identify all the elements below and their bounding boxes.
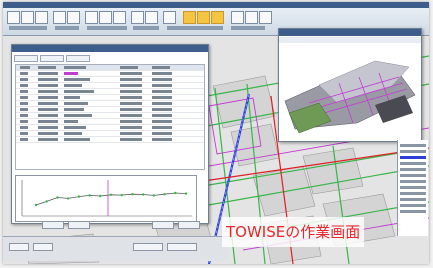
- profile-graph-plot: [21, 180, 192, 217]
- ribbon-button-14[interactable]: [259, 11, 272, 24]
- graph-point: [88, 194, 91, 197]
- graph-point: [45, 200, 48, 203]
- graph-point: [56, 196, 59, 199]
- ribbon-button-2[interactable]: [21, 11, 34, 24]
- dialog-title-bar: [12, 45, 208, 52]
- ribbon-button-10[interactable]: [145, 11, 158, 24]
- graph-point: [34, 203, 38, 207]
- bottom-button-4[interactable]: [167, 243, 197, 251]
- ribbon-button-11[interactable]: [163, 11, 176, 24]
- graph-point: [120, 193, 123, 197]
- caption-label: TOWISEの作業画面: [222, 217, 365, 247]
- title-bar: [3, 2, 429, 8]
- dialog-tab-3[interactable]: [66, 55, 90, 62]
- graph-point: [184, 192, 188, 195]
- ribbon-button-8[interactable]: [113, 11, 126, 24]
- table-row[interactable]: [16, 137, 204, 143]
- application-window: [3, 2, 429, 264]
- ribbon-button-highlighted-1[interactable]: [183, 11, 196, 24]
- ribbon-button-1[interactable]: [7, 11, 20, 24]
- dialog-tab-2[interactable]: [40, 55, 64, 62]
- ribbon-button-7[interactable]: [99, 11, 112, 24]
- ribbon-button-9[interactable]: [131, 11, 144, 24]
- graph-point: [163, 193, 166, 196]
- graph-point: [174, 191, 177, 195]
- graph-point: [109, 193, 113, 196]
- dialog-button-4[interactable]: [178, 221, 200, 229]
- data-table[interactable]: [15, 64, 205, 170]
- ribbon-button-4[interactable]: [53, 11, 66, 24]
- dialog-tabs: [14, 55, 204, 62]
- dialog-button-1[interactable]: [42, 221, 64, 229]
- dialog-button-3[interactable]: [152, 221, 174, 229]
- dialog-button-2[interactable]: [68, 221, 90, 229]
- ribbon-button-highlighted-2[interactable]: [197, 11, 210, 24]
- graph-point: [99, 194, 102, 198]
- ribbon-button-13[interactable]: [245, 11, 258, 24]
- bottom-toolbar: [3, 236, 229, 261]
- ribbon-button-6[interactable]: [85, 11, 98, 24]
- bottom-button-1[interactable]: [9, 243, 29, 251]
- graph-point: [66, 197, 70, 200]
- ribbon-button-highlighted-3[interactable]: [211, 11, 224, 24]
- bottom-button-3[interactable]: [133, 243, 163, 251]
- 3d-view-window[interactable]: [278, 28, 422, 142]
- dialog-tab-1[interactable]: [14, 55, 38, 62]
- 3d-window-title-bar: [279, 29, 421, 36]
- screenshot-frame: TOWISEの作業画面: [0, 0, 433, 268]
- profile-dialog[interactable]: [11, 44, 209, 229]
- profile-graph[interactable]: [15, 175, 197, 222]
- attribute-panel[interactable]: [397, 140, 428, 236]
- graph-point: [77, 195, 81, 198]
- bottom-button-2[interactable]: [33, 243, 53, 251]
- 3d-model-view: [279, 43, 421, 141]
- ribbon-button-12[interactable]: [231, 11, 244, 24]
- ribbon-button-3[interactable]: [35, 11, 48, 24]
- dialog-buttons: [12, 221, 208, 229]
- ribbon-button-5[interactable]: [67, 11, 80, 24]
- graph-point: [131, 193, 134, 196]
- graph-point: [141, 193, 145, 196]
- graph-point: [152, 194, 156, 197]
